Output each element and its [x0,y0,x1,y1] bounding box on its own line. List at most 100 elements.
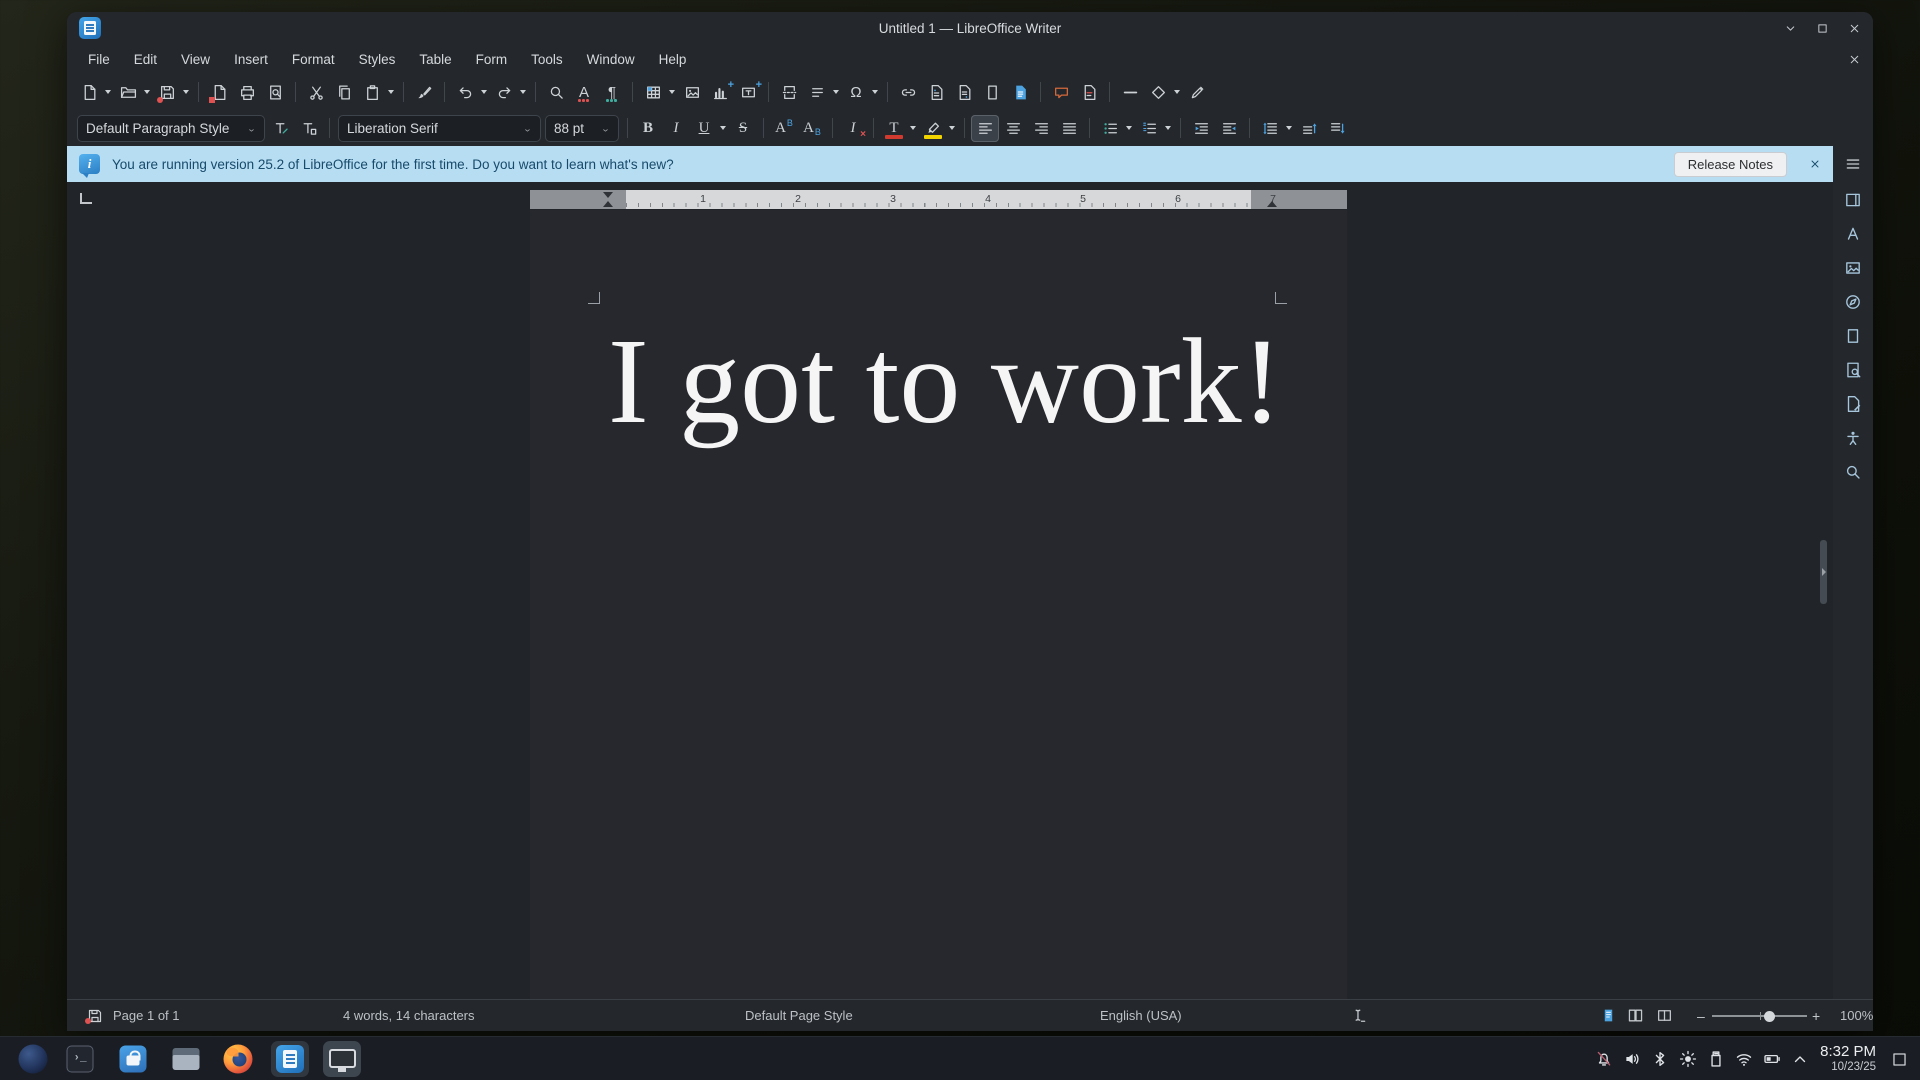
underline-dropdown[interactable] [717,115,728,142]
tray-removable-media[interactable] [1702,1045,1730,1073]
align-left-button[interactable] [971,115,999,142]
page-style-status[interactable]: Default Page Style [745,1008,853,1023]
highlight-color-button[interactable] [919,115,947,142]
undo-dropdown[interactable] [478,79,489,106]
zoom-level-status[interactable]: 100% [1840,1008,1873,1023]
multi-page-view-button[interactable] [1627,1007,1649,1025]
notification-close-button[interactable] [1809,158,1821,170]
menu-table[interactable]: Table [408,48,462,71]
spelling-button[interactable]: A [570,79,598,106]
superscript-button[interactable]: AB [770,115,798,142]
menu-styles[interactable]: Styles [348,48,407,71]
tray-bluetooth[interactable] [1646,1045,1674,1073]
insert-page-break-button[interactable] [775,79,803,106]
page-number-status[interactable]: Page 1 of 1 [113,1008,180,1023]
save-status-button[interactable] [81,1005,109,1027]
book-view-button[interactable] [1656,1007,1678,1025]
sidebar-tab-gallery[interactable] [1839,255,1867,281]
zoom-slider[interactable] [1712,1015,1807,1017]
taskbar-app-terminal[interactable]: ›_ [67,1045,94,1072]
tray-battery[interactable] [1758,1045,1786,1073]
show-desktop-button[interactable] [1886,1046,1912,1072]
sidebar-tab-accessibility-check[interactable] [1839,425,1867,451]
first-line-indent-marker[interactable] [603,192,613,198]
insert-cross-reference-button[interactable] [1006,79,1034,106]
strikethrough-button[interactable]: S [729,115,757,142]
insert-special-character-dropdown[interactable] [869,79,880,106]
increase-indent-button[interactable] [1187,115,1215,142]
insert-footnote-button[interactable] [922,79,950,106]
new-document-dropdown[interactable] [102,79,113,106]
open-dropdown[interactable] [141,79,152,106]
insert-chart-button[interactable]: + [706,79,734,106]
insert-special-character-button[interactable]: Ω [842,79,870,106]
zoom-out-button[interactable]: – [1697,1008,1705,1024]
decrease-indent-button[interactable] [1215,115,1243,142]
paste-button[interactable] [358,79,386,106]
selection-mode-status[interactable] [1350,1007,1367,1024]
insert-hyperlink-button[interactable] [894,79,922,106]
unordered-list-button[interactable] [1096,115,1124,142]
menu-help[interactable]: Help [648,48,698,71]
window-rollup-button[interactable] [1781,19,1799,37]
menu-view[interactable]: View [170,48,221,71]
insert-horizontal-line-button[interactable] [1116,79,1144,106]
right-indent-marker[interactable] [1267,201,1277,207]
para-space-increase-button[interactable] [1295,115,1323,142]
taskbar-app-firefox[interactable] [224,1044,253,1073]
insert-table-dropdown[interactable] [666,79,677,106]
sidebar-tab-find[interactable] [1839,459,1867,485]
insert-text-box-button[interactable]: + [734,79,762,106]
basic-shapes-dropdown[interactable] [1171,79,1182,106]
font-color-button[interactable]: T [880,115,908,142]
menu-form[interactable]: Form [465,48,519,71]
language-status[interactable]: English (USA) [1100,1008,1182,1023]
menu-file[interactable]: File [77,48,121,71]
save-dropdown[interactable] [180,79,191,106]
menu-insert[interactable]: Insert [223,48,279,71]
ordered-list-dropdown[interactable] [1162,115,1173,142]
tab-stop-selector[interactable] [80,193,92,204]
left-indent-marker[interactable] [603,201,613,207]
font-size-select[interactable]: 88 pt⌄ [545,115,619,142]
insert-field-dropdown[interactable] [830,79,841,106]
menu-edit[interactable]: Edit [123,48,168,71]
align-right-button[interactable] [1027,115,1055,142]
open-button[interactable] [114,79,142,106]
subscript-button[interactable]: AB [798,115,826,142]
insert-endnote-button[interactable] [950,79,978,106]
para-space-decrease-button[interactable] [1323,115,1351,142]
window-close-button[interactable] [1845,19,1863,37]
sidebar-collapse-handle[interactable] [1820,540,1827,604]
title-bar[interactable]: Untitled 1 — LibreOffice Writer [67,12,1873,44]
basic-shapes-button[interactable] [1144,79,1172,106]
taskbar-app-file-manager[interactable] [173,1048,200,1070]
update-style-button[interactable] [267,115,295,142]
redo-button[interactable] [490,79,518,106]
tray-brightness[interactable] [1674,1045,1702,1073]
insert-image-button[interactable] [678,79,706,106]
taskbar-app-software-center[interactable] [120,1045,147,1072]
track-changes-button[interactable] [1075,79,1103,106]
bold-button[interactable]: B [634,115,662,142]
window-maximize-button[interactable] [1813,19,1831,37]
new-style-button[interactable] [295,115,323,142]
print-preview-button[interactable] [261,79,289,106]
show-draw-functions-button[interactable] [1183,79,1211,106]
sidebar-tab-sidebar-settings[interactable] [1839,151,1867,177]
justify-button[interactable] [1055,115,1083,142]
menu-tools[interactable]: Tools [520,48,574,71]
undo-button[interactable] [451,79,479,106]
formatting-marks-button[interactable]: ¶ [598,79,626,106]
insert-bookmark-button[interactable] [978,79,1006,106]
sidebar-tab-navigator[interactable] [1839,289,1867,315]
copy-button[interactable] [330,79,358,106]
horizontal-ruler[interactable]: 1234567 [530,190,1347,209]
tray-notifications-disabled[interactable] [1590,1045,1618,1073]
font-name-select[interactable]: Liberation Serif⌄ [338,115,541,142]
save-button[interactable] [153,79,181,106]
single-page-view-button[interactable] [1600,1007,1622,1025]
tray-wifi[interactable] [1730,1045,1758,1073]
ordered-list-button[interactable] [1135,115,1163,142]
taskbar-app-app-menu[interactable] [19,1044,48,1073]
